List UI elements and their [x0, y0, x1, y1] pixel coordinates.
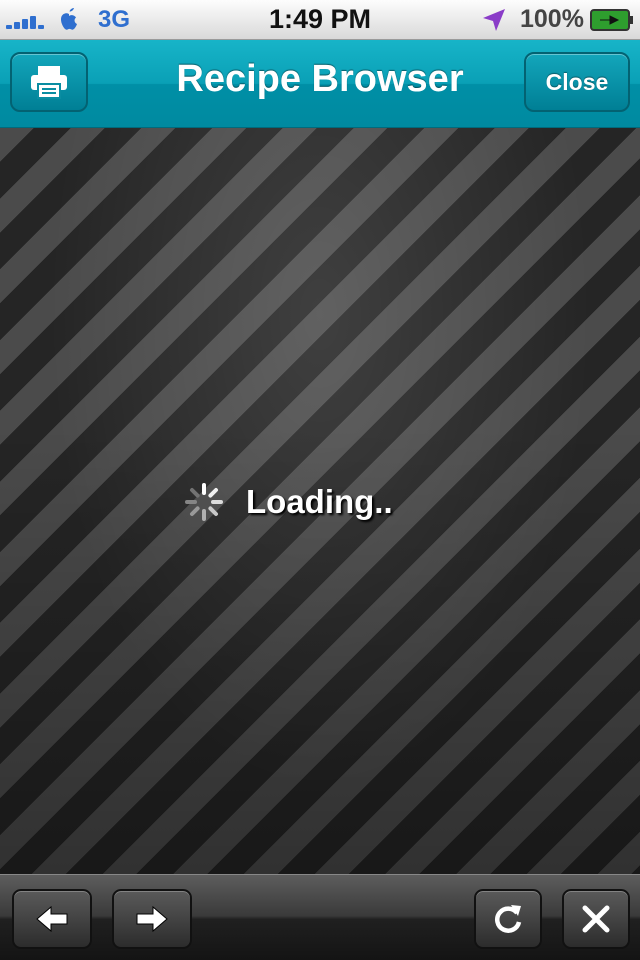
location-arrow-icon — [483, 9, 505, 31]
back-button[interactable] — [12, 889, 92, 949]
forward-button[interactable] — [112, 889, 192, 949]
navigation-bar: Recipe Browser Close — [0, 40, 640, 128]
spinner-icon — [185, 483, 223, 521]
status-bar: 3G 1:49 PM 100% — [0, 0, 640, 40]
battery-charging-icon — [590, 9, 633, 31]
reload-button[interactable] — [474, 889, 542, 949]
left-arrow-icon — [36, 905, 68, 933]
right-arrow-icon — [136, 905, 168, 933]
stop-button[interactable] — [562, 889, 630, 949]
web-content-area[interactable]: Loading.. — [0, 128, 640, 874]
x-icon — [582, 905, 610, 933]
loading-indicator: Loading.. — [184, 482, 393, 522]
reload-icon — [495, 905, 522, 933]
close-button[interactable]: Close — [524, 52, 630, 112]
battery-percentage: 100% — [520, 5, 584, 33]
loading-text: Loading.. — [246, 483, 393, 520]
bottom-toolbar — [0, 874, 640, 960]
